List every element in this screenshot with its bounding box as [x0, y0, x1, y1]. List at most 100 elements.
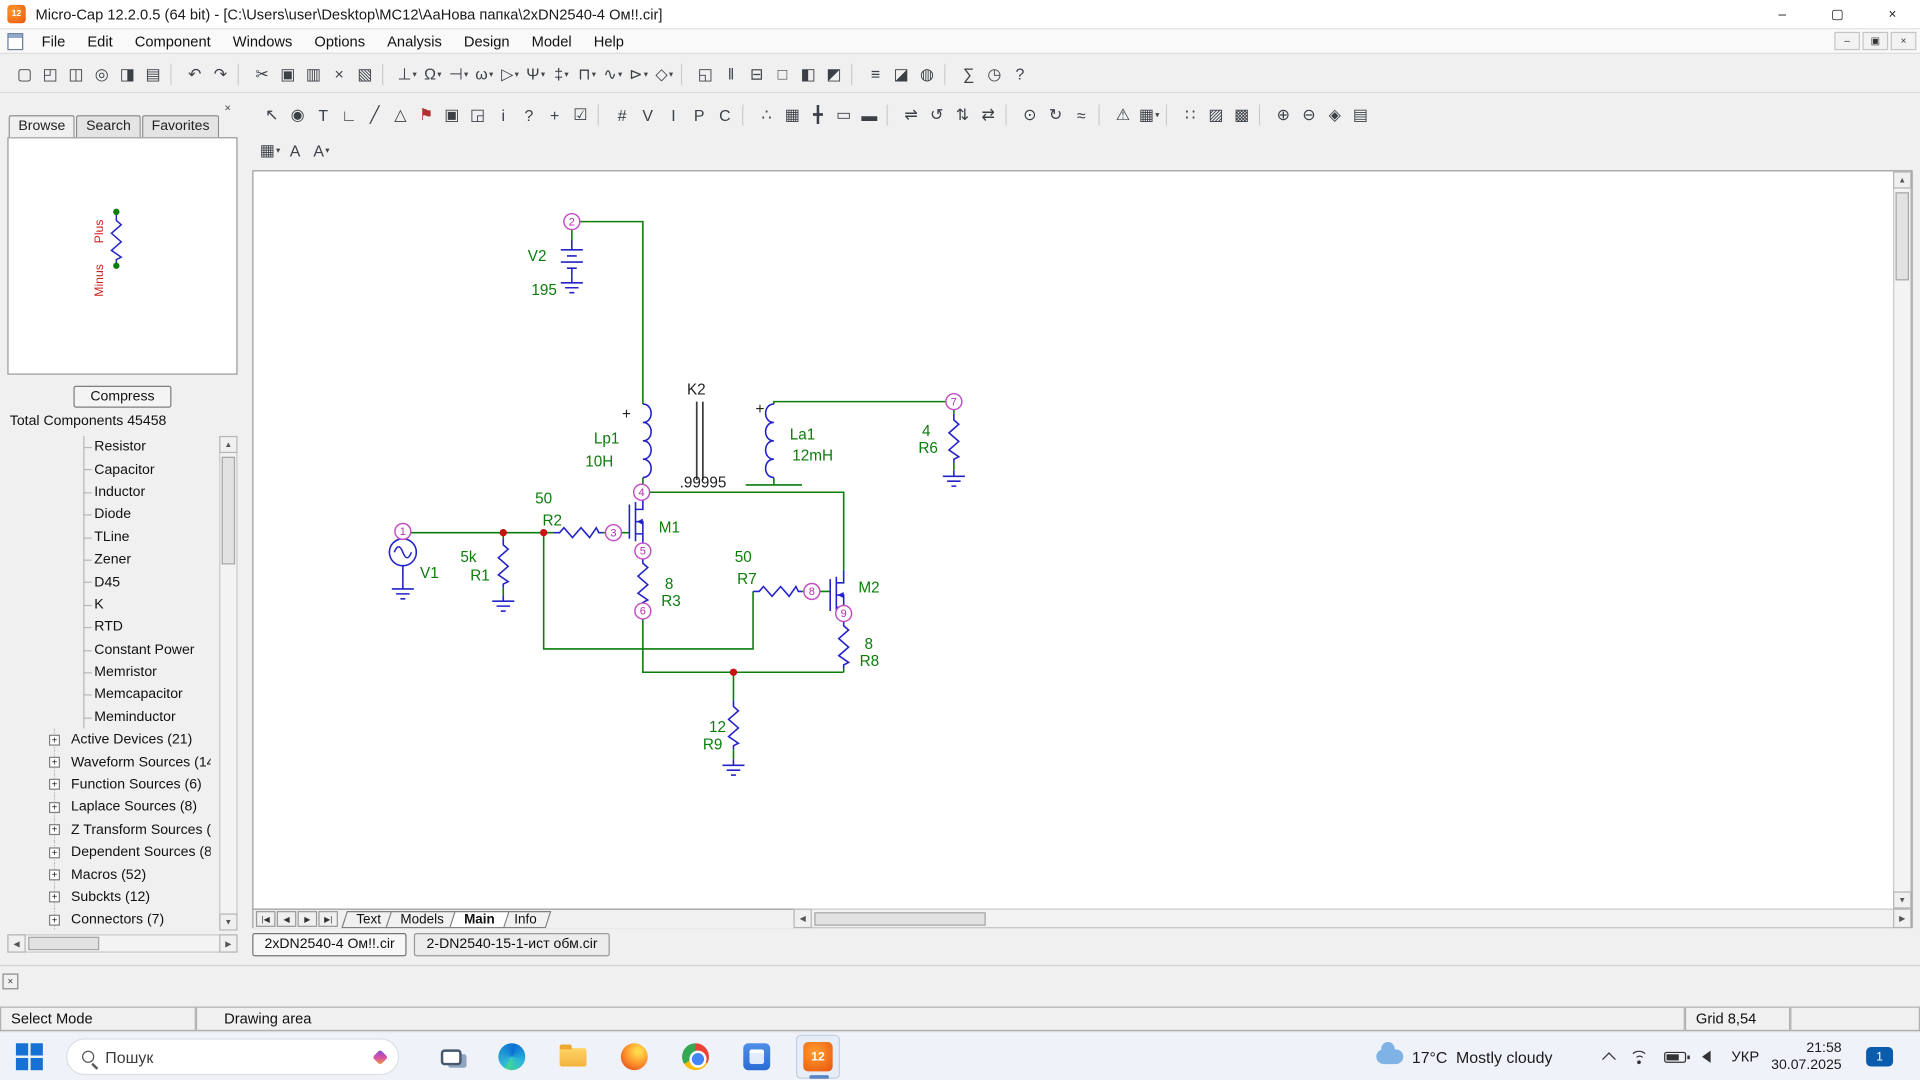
- sine-source-V1[interactable]: [389, 533, 416, 583]
- drawing-area[interactable]: V2 195 Lp1 10H K2 .99995 La1 12mH 4 R6 5…: [253, 171, 1893, 908]
- font-icon[interactable]: A: [283, 137, 309, 164]
- zoom-out-icon[interactable]: ⊖: [1297, 102, 1323, 129]
- flip-x-icon[interactable]: ⇄: [976, 102, 1002, 129]
- canvas-vscrollbar[interactable]: ▲ ▼: [1893, 171, 1911, 908]
- chrome-app-button[interactable]: [673, 1035, 717, 1079]
- start-button[interactable]: [15, 1042, 44, 1071]
- expand-icon[interactable]: +: [49, 734, 60, 745]
- scrollbar-thumb[interactable]: [28, 937, 99, 950]
- tree-group-item[interactable]: +Function Sources (6): [7, 774, 210, 797]
- ground-symbol[interactable]: [561, 277, 583, 293]
- maximize-button[interactable]: ▢: [1810, 0, 1865, 29]
- print-icon[interactable]: ▤: [141, 61, 167, 88]
- component-editor-icon[interactable]: ≡: [863, 61, 889, 88]
- clock-widget[interactable]: 21:58 30.07.2025: [1768, 1032, 1841, 1080]
- tree-group-item[interactable]: +Macros (52): [7, 864, 210, 887]
- rotate-icon[interactable]: ↺: [924, 102, 950, 129]
- wire-mode-icon[interactable]: ∟: [337, 102, 363, 129]
- speaker-icon[interactable]: [1702, 1051, 1711, 1063]
- taskbar-search[interactable]: Пошук: [66, 1038, 399, 1075]
- help-mode-icon[interactable]: ?: [517, 102, 543, 129]
- tree-group-item[interactable]: +Active Devices (21): [7, 729, 210, 752]
- resistor-R1[interactable]: [498, 539, 508, 588]
- firefox-app-button[interactable]: [612, 1035, 656, 1079]
- scroll-up-icon[interactable]: ▲: [1893, 171, 1911, 188]
- explorer-app-button[interactable]: [551, 1035, 595, 1079]
- flag-mode-icon[interactable]: ⚑: [414, 102, 440, 129]
- tree-item[interactable]: Memristor: [7, 661, 210, 684]
- menu-item[interactable]: Analysis: [376, 30, 453, 52]
- tree-item[interactable]: Memcapacitor: [7, 684, 210, 707]
- page-nav-button[interactable]: ◀: [277, 911, 297, 927]
- page-nav-button[interactable]: ▶|: [318, 911, 338, 927]
- crosshair-toggle-icon[interactable]: ╋: [806, 102, 832, 129]
- ground-symbol[interactable]: [492, 595, 514, 611]
- font-color-icon[interactable]: A▾: [309, 137, 335, 164]
- powers-toggle-icon[interactable]: P: [687, 102, 713, 129]
- calculator-app-button[interactable]: [735, 1035, 779, 1079]
- battery-component-icon[interactable]: ‡▾: [549, 61, 575, 88]
- tree-group-item[interactable]: +Connectors (7): [7, 909, 210, 931]
- text-mode-icon[interactable]: T: [311, 102, 337, 129]
- delete-icon[interactable]: ×: [327, 61, 353, 88]
- transformer-core-K2[interactable]: [697, 402, 703, 480]
- mdi-minimize-button[interactable]: –: [1834, 32, 1860, 50]
- currents-toggle-icon[interactable]: I: [661, 102, 687, 129]
- transistor-component-icon[interactable]: Ψ▾: [523, 61, 549, 88]
- find-file-icon[interactable]: ◎: [89, 61, 115, 88]
- microcap-app-button[interactable]: 12: [796, 1035, 840, 1079]
- page-tab[interactable]: Models: [386, 910, 459, 927]
- tray-chevron-icon[interactable]: [1602, 1052, 1616, 1066]
- tree-item[interactable]: Zener: [7, 549, 210, 572]
- tree-item[interactable]: Meminductor: [7, 706, 210, 729]
- macro-component-icon[interactable]: ◇▾: [651, 61, 677, 88]
- package-editor-icon[interactable]: ◍: [915, 61, 941, 88]
- picture-mode-icon[interactable]: ▣: [440, 102, 466, 129]
- diagonal-wire-mode-icon[interactable]: ╱: [362, 102, 388, 129]
- tree-item[interactable]: K: [7, 594, 210, 617]
- grid-toggle-icon[interactable]: ▦: [780, 102, 806, 129]
- open-file-icon[interactable]: ◰: [38, 61, 64, 88]
- mirror-icon[interactable]: ⇌: [899, 102, 925, 129]
- help-topics-icon[interactable]: ?: [1008, 61, 1034, 88]
- panel-tab[interactable]: Search: [76, 115, 140, 137]
- ground-symbol[interactable]: [392, 583, 414, 599]
- minimize-button[interactable]: –: [1755, 0, 1810, 29]
- panel-close-icon[interactable]: ×: [220, 100, 235, 115]
- panel-tab[interactable]: Browse: [9, 115, 76, 137]
- expand-icon[interactable]: +: [49, 802, 60, 813]
- ground-component-icon[interactable]: ⊥▾: [394, 61, 420, 88]
- border-toggle-icon[interactable]: ▭: [831, 102, 857, 129]
- resistor-R9[interactable]: [729, 700, 739, 749]
- paste-icon[interactable]: ▥: [301, 61, 327, 88]
- page-nav-button[interactable]: ▶: [298, 911, 318, 927]
- expand-icon[interactable]: +: [49, 757, 60, 768]
- menu-item[interactable]: Options: [303, 30, 376, 52]
- step-box-icon[interactable]: ∷: [1178, 102, 1204, 129]
- canvas-hscrollbar[interactable]: ◀ ▶: [793, 909, 1911, 929]
- tree-item[interactable]: Constant Power: [7, 639, 210, 662]
- resistor-R3[interactable]: [638, 557, 648, 606]
- tree-item[interactable]: Capacitor: [7, 458, 210, 481]
- scrollbar-thumb[interactable]: [814, 912, 985, 925]
- tree-group-item[interactable]: +Laplace Sources (8): [7, 796, 210, 819]
- menu-item[interactable]: Edit: [76, 30, 123, 52]
- close-button[interactable]: ×: [1865, 0, 1920, 29]
- scrollbar-thumb[interactable]: [222, 457, 235, 565]
- replace-icon[interactable]: ≈: [1069, 102, 1095, 129]
- scroll-right-icon[interactable]: ▶: [219, 934, 237, 952]
- resistor-R6[interactable]: [949, 414, 959, 463]
- tree-group-item[interactable]: +Dependent Sources (8: [7, 841, 210, 864]
- ground-symbol[interactable]: [722, 759, 744, 775]
- inductor-La1[interactable]: [766, 404, 774, 477]
- copy-icon[interactable]: ▣: [276, 61, 302, 88]
- expand-icon[interactable]: +: [49, 892, 60, 903]
- tree-item[interactable]: Inductor: [7, 481, 210, 504]
- tree-scrollbar[interactable]: ▲ ▼: [219, 436, 237, 931]
- capacitor-component-icon[interactable]: ⊣▾: [446, 61, 472, 88]
- scroll-left-icon[interactable]: ◀: [793, 909, 811, 929]
- print-preview-icon[interactable]: ◨: [115, 61, 141, 88]
- title-toggle-icon[interactable]: ▬: [857, 102, 883, 129]
- battery-icon[interactable]: [1664, 1051, 1686, 1062]
- resistor-R7[interactable]: [753, 587, 802, 597]
